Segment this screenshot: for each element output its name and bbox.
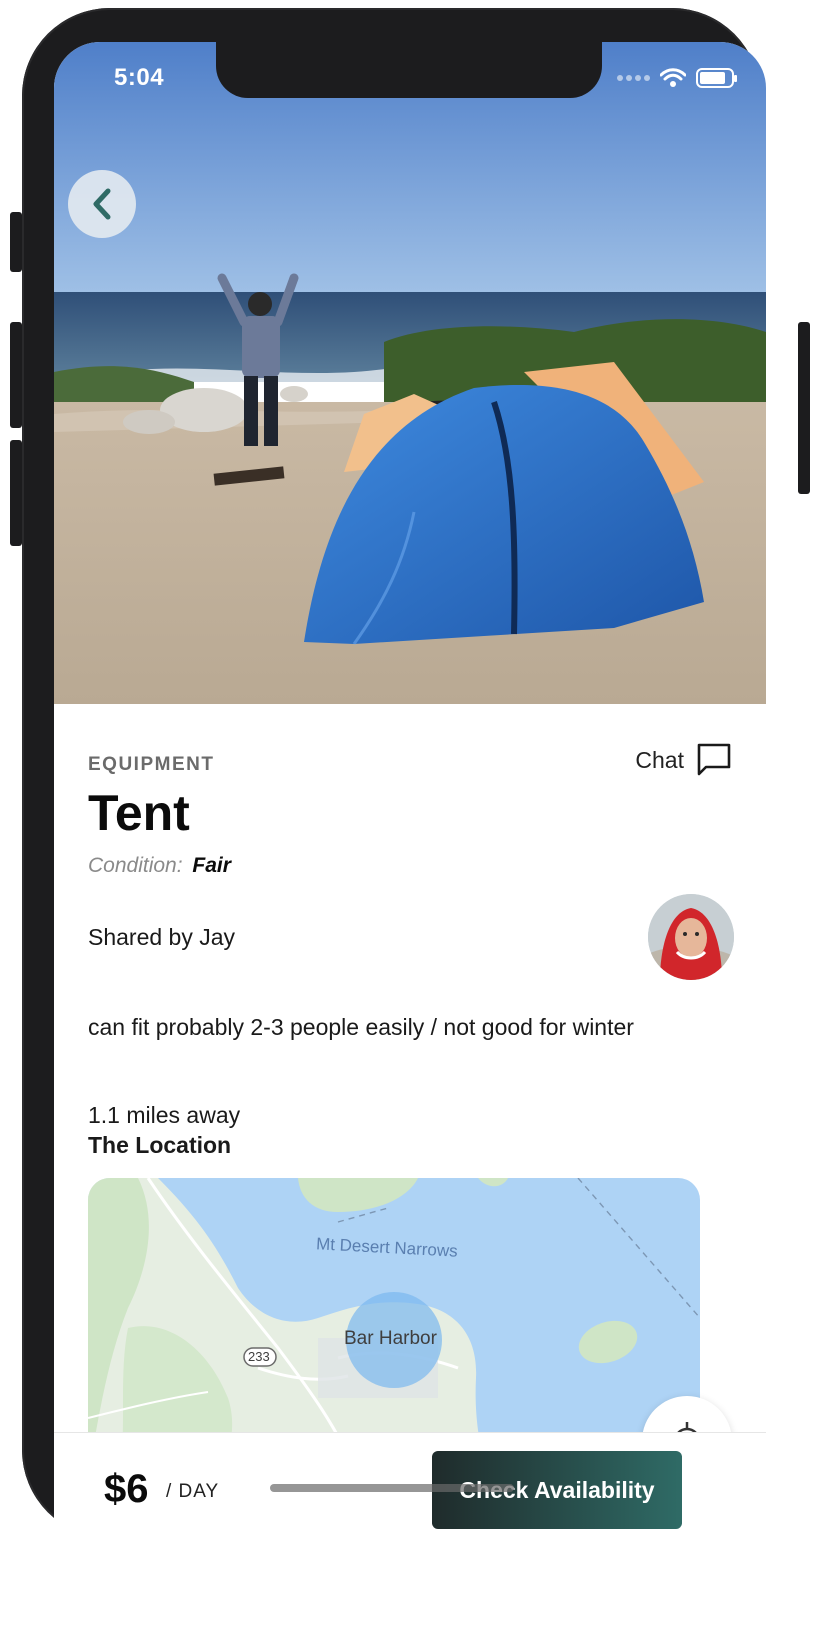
battery-icon <box>696 68 737 88</box>
distance-value: 1.1 <box>88 1102 120 1128</box>
item-distance: 1.1 miles away <box>88 1102 240 1129</box>
wifi-icon <box>660 68 686 87</box>
power-button <box>798 322 810 494</box>
booking-bar: $6 / DAY Check Availability <box>54 1432 766 1578</box>
silent-switch <box>10 212 22 272</box>
condition-value: Fair <box>192 854 231 877</box>
chat-bubble-icon <box>697 743 731 776</box>
owner-avatar[interactable] <box>648 894 734 980</box>
map-route-label: 233 <box>248 1349 270 1364</box>
volume-down-button <box>10 440 22 546</box>
item-title: Tent <box>88 785 190 841</box>
item-price: $6 <box>104 1467 149 1511</box>
chat-button[interactable]: Chat <box>635 742 732 778</box>
item-description: can fit probably 2-3 people easily / not… <box>88 1014 634 1040</box>
device-notch <box>216 42 602 98</box>
home-indicator[interactable] <box>270 1484 514 1492</box>
back-button[interactable] <box>68 170 136 238</box>
map-town-label: Bar Harbor <box>344 1328 437 1349</box>
item-condition: Condition: Fair <box>88 854 231 878</box>
status-icons <box>617 68 737 88</box>
status-time: 5:04 <box>114 64 165 91</box>
signal-icon <box>617 75 650 81</box>
item-photo <box>54 42 766 704</box>
location-heading: The Location <box>88 1132 232 1158</box>
shared-by: Shared by Jay <box>88 924 236 950</box>
distance-unit: miles away <box>126 1102 241 1128</box>
app-screen: 5:04 EQUIPMENT Chat Tent Condition: Fair… <box>54 42 766 1578</box>
chat-label: Chat <box>635 746 684 773</box>
item-category: EQUIPMENT <box>88 754 215 775</box>
price-unit: / DAY <box>166 1481 220 1502</box>
chevron-left-icon <box>93 188 111 220</box>
condition-label: Condition: <box>88 854 183 877</box>
volume-up-button <box>10 322 22 428</box>
